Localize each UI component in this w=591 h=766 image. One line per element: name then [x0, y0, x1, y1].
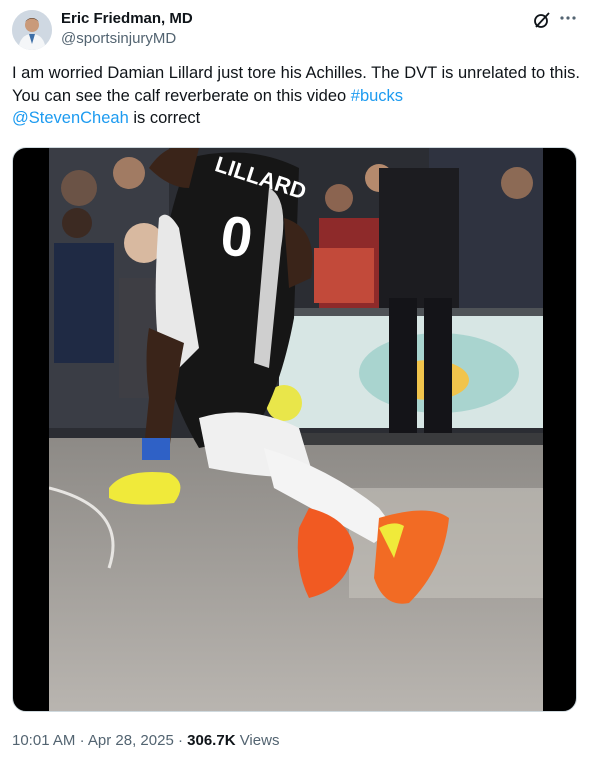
views-count: 306.7K	[187, 732, 236, 749]
tweet-text: I am worried Damian Lillard just tore hi…	[12, 62, 582, 130]
author-name[interactable]: Eric Friedman, MD	[61, 9, 193, 29]
video-frame: LILLARD 0	[49, 148, 543, 711]
author-handle[interactable]: @sportsinjuryMD	[61, 29, 193, 49]
grok-icon[interactable]	[532, 10, 552, 30]
tweet-tail: is correct	[128, 109, 201, 127]
tweet-video[interactable]: LILLARD 0	[12, 147, 577, 712]
avatar[interactable]	[12, 10, 52, 50]
more-icon[interactable]	[556, 8, 580, 28]
author-block: Eric Friedman, MD @sportsinjuryMD	[61, 9, 193, 49]
views-label: Views	[239, 732, 280, 749]
hashtag-link[interactable]: #bucks	[351, 87, 403, 105]
tweet-body: I am worried Damian Lillard just tore hi…	[12, 64, 580, 105]
avatar-image	[12, 10, 52, 50]
meta-separator-2: ·	[177, 732, 183, 749]
mention-link[interactable]: @StevenCheah	[12, 109, 129, 127]
tweet-meta: 10:01 AM · Apr 28, 2025 · 306.7K Views	[12, 731, 279, 751]
meta-separator: ·	[79, 732, 85, 749]
tweet-date[interactable]: Apr 28, 2025	[88, 732, 174, 749]
download-icon[interactable]	[548, 157, 568, 177]
tweet-time[interactable]: 10:01 AM	[12, 732, 75, 749]
